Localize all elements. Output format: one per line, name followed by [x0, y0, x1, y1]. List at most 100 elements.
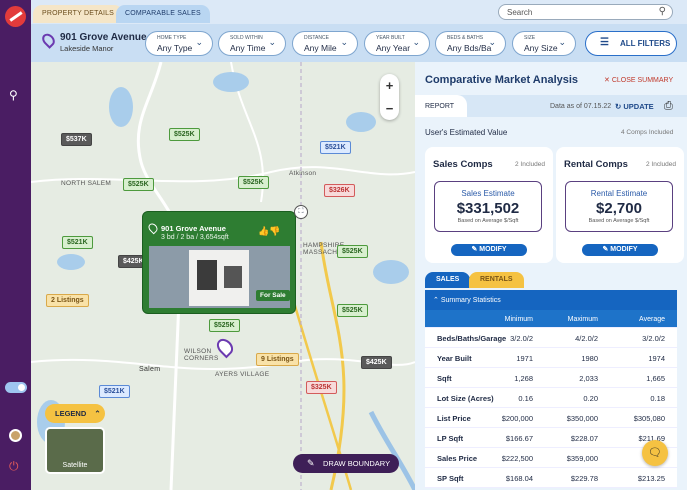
stats-tabs: SALES RENTALS	[425, 272, 677, 290]
filter-distance[interactable]: DISTANCE Any Mile ⌄	[292, 31, 358, 56]
edit-icon: ✎	[471, 246, 478, 253]
map-label: Salem	[139, 366, 161, 373]
map[interactable]: NORTH SALEM Atkinson HAMPSHIRE MASSACHUS…	[31, 62, 415, 490]
filter-year-built[interactable]: YEAR BUILT Any Year ⌄	[364, 31, 430, 56]
print-icon[interactable]: ⎙	[664, 100, 673, 113]
thumbs-icons[interactable]: 👍👎	[258, 226, 280, 237]
chevron-down-icon: ⌄	[558, 37, 566, 47]
update-button[interactable]: ↻ UPDATE	[615, 102, 654, 111]
comps-included: 4 Comps Included	[621, 129, 674, 136]
all-filters-label: ALL FILTERS	[620, 39, 671, 48]
price-pin[interactable]: $425K	[361, 356, 392, 369]
price-pin[interactable]: $521K	[320, 141, 351, 154]
tab-sales[interactable]: SALES	[425, 272, 471, 288]
close-icon: ✕	[604, 77, 610, 84]
table-row: Year Built 1971 1980 1974	[425, 348, 677, 368]
price-pin[interactable]: $525K	[337, 245, 368, 258]
as-of-date: Data as of 07.15.22	[550, 103, 612, 110]
map-label: Atkinson	[289, 170, 317, 177]
estimate-basis: Based on Average $/Sqft	[457, 218, 519, 224]
update-label: UPDATE	[623, 102, 654, 111]
estimate-basis: Based on Average $/Sqft	[588, 218, 650, 224]
table-row: Sales Price$222,500$359,000$3	[425, 448, 677, 468]
sliders-icon: ☰	[600, 37, 609, 48]
filter-home-type[interactable]: HOME TYPE Any Type ⌄	[145, 31, 213, 56]
table-row: List Price $200,000 $350,000 $305,080	[425, 408, 677, 428]
table-row: SP Sqft $168.04 $229.78 $213.25	[425, 468, 677, 488]
filter-value: Any Mile	[304, 43, 337, 53]
tab-comparable-sales[interactable]: COMPARABLE SALES	[116, 5, 210, 23]
estimate-value: $331,502	[456, 200, 520, 217]
table-row: Lot Size (Acres) 0.16 0.20 0.18	[425, 388, 677, 408]
summary-statistics-header[interactable]: ⌃ Summary Statistics	[425, 290, 677, 310]
property-popup[interactable]: 901 Grove Avenue 3 bd / 2 ba / 3,654sqft…	[142, 211, 296, 314]
satellite-label: Satellite	[62, 462, 88, 469]
draw-boundary-button[interactable]: ✎ DRAW BOUNDARY	[293, 454, 399, 473]
modify-rental-button[interactable]: ✎ MODIFY	[582, 244, 658, 256]
listings-pin[interactable]: 9 Listings	[256, 353, 299, 366]
sidebar: ⚲ ⏻	[0, 0, 31, 490]
card-included: 2 Included	[646, 161, 676, 168]
price-pin[interactable]: $525K	[209, 319, 240, 332]
filter-row: 901 Grove Avenue Lakeside Manor HOME TYP…	[31, 24, 687, 62]
search-input[interactable]: Search ⚲	[498, 4, 673, 20]
modify-label: MODIFY	[610, 246, 638, 253]
legend-button[interactable]: LEGEND ⌃	[45, 404, 105, 423]
logo-icon[interactable]	[5, 6, 26, 27]
column-header: Maximum	[567, 316, 598, 323]
price-pin[interactable]: $521K	[99, 385, 130, 398]
status-badge: For Sale	[256, 290, 290, 301]
modify-sales-button[interactable]: ✎ MODIFY	[451, 244, 527, 256]
zoom-in-button[interactable]: +	[380, 74, 399, 97]
top-bar: PROPERTY DETAILS COMPARABLE SALES Search…	[31, 0, 687, 62]
price-pin[interactable]: $525K	[169, 128, 200, 141]
chevron-down-icon: ⌄	[340, 37, 348, 47]
theme-toggle[interactable]	[5, 382, 27, 393]
estimate-label: Rental Estimate	[590, 189, 648, 198]
price-pin[interactable]: $325K	[306, 381, 337, 394]
price-pin[interactable]: $521K	[62, 236, 93, 249]
estimate-box: Sales Estimate $331,502 Based on Average…	[434, 181, 542, 232]
filter-size[interactable]: SIZE Any Size ⌄	[512, 31, 576, 56]
zoom-out-button[interactable]: −	[380, 97, 399, 120]
tab-property-details[interactable]: PROPERTY DETAILS	[33, 5, 124, 23]
address-line2: Lakeside Manor	[60, 44, 114, 53]
filter-beds-baths[interactable]: BEDS & BATHS Any Bds/Ba ⌄	[435, 31, 506, 56]
map-label: AYERS VILLAGE	[215, 371, 270, 378]
price-pin[interactable]: $525K	[337, 304, 368, 317]
chat-icon[interactable]: 🗨	[642, 440, 668, 466]
expand-icon[interactable]: ⛶	[294, 205, 308, 219]
search-placeholder: Search	[507, 8, 533, 17]
price-pin[interactable]: $525K	[238, 176, 269, 189]
popup-details: 3 bd / 2 ba / 3,654sqft	[161, 234, 229, 241]
filter-label: HOME TYPE	[157, 35, 187, 41]
filter-label: DISTANCE	[304, 35, 329, 41]
search-icon: ⚲	[658, 6, 666, 17]
search-icon[interactable]: ⚲	[9, 88, 21, 102]
sales-comps-card: Sales Comps 2 Included Sales Estimate $3…	[425, 147, 553, 263]
table-row: Beds/Baths/Garage 3/2.0/2 4/2.0/2 3/2.0/2	[425, 328, 677, 348]
close-summary-button[interactable]: ✕ CLOSE SUMMARY	[604, 76, 673, 84]
card-included: 2 Included	[515, 161, 545, 168]
filter-sold-within[interactable]: SOLD WITHIN Any Time ⌄	[218, 31, 286, 56]
listings-pin[interactable]: 2 Listings	[46, 294, 89, 307]
tab-report[interactable]: REPORT	[415, 95, 467, 117]
location-pin-icon	[146, 221, 160, 235]
chevron-down-icon: ⌄	[195, 37, 203, 47]
price-pin[interactable]: $326K	[324, 184, 355, 197]
chevron-down-icon: ⌄	[488, 37, 496, 47]
avatar[interactable]	[9, 429, 22, 442]
filter-label: SIZE	[524, 35, 536, 41]
map-label: NORTH SALEM	[61, 180, 112, 187]
price-pin[interactable]: $525K	[123, 178, 154, 191]
power-icon[interactable]: ⏻	[9, 459, 19, 474]
chevron-up-icon: ⌃	[94, 409, 101, 418]
tab-rentals[interactable]: RENTALS	[469, 272, 524, 288]
price-pin[interactable]: $537K	[61, 133, 92, 146]
filter-value: Any Bds/Ba	[447, 43, 492, 53]
table-row: Sqft 1,268 2,033 1,665	[425, 368, 677, 388]
report-bar: REPORT Data as of 07.15.22 ↻ UPDATE ⎙	[415, 95, 687, 117]
satellite-toggle[interactable]: Satellite	[45, 427, 105, 474]
all-filters-button[interactable]: ☰ ALL FILTERS	[585, 31, 677, 56]
close-summary-label: CLOSE SUMMARY	[611, 77, 674, 84]
